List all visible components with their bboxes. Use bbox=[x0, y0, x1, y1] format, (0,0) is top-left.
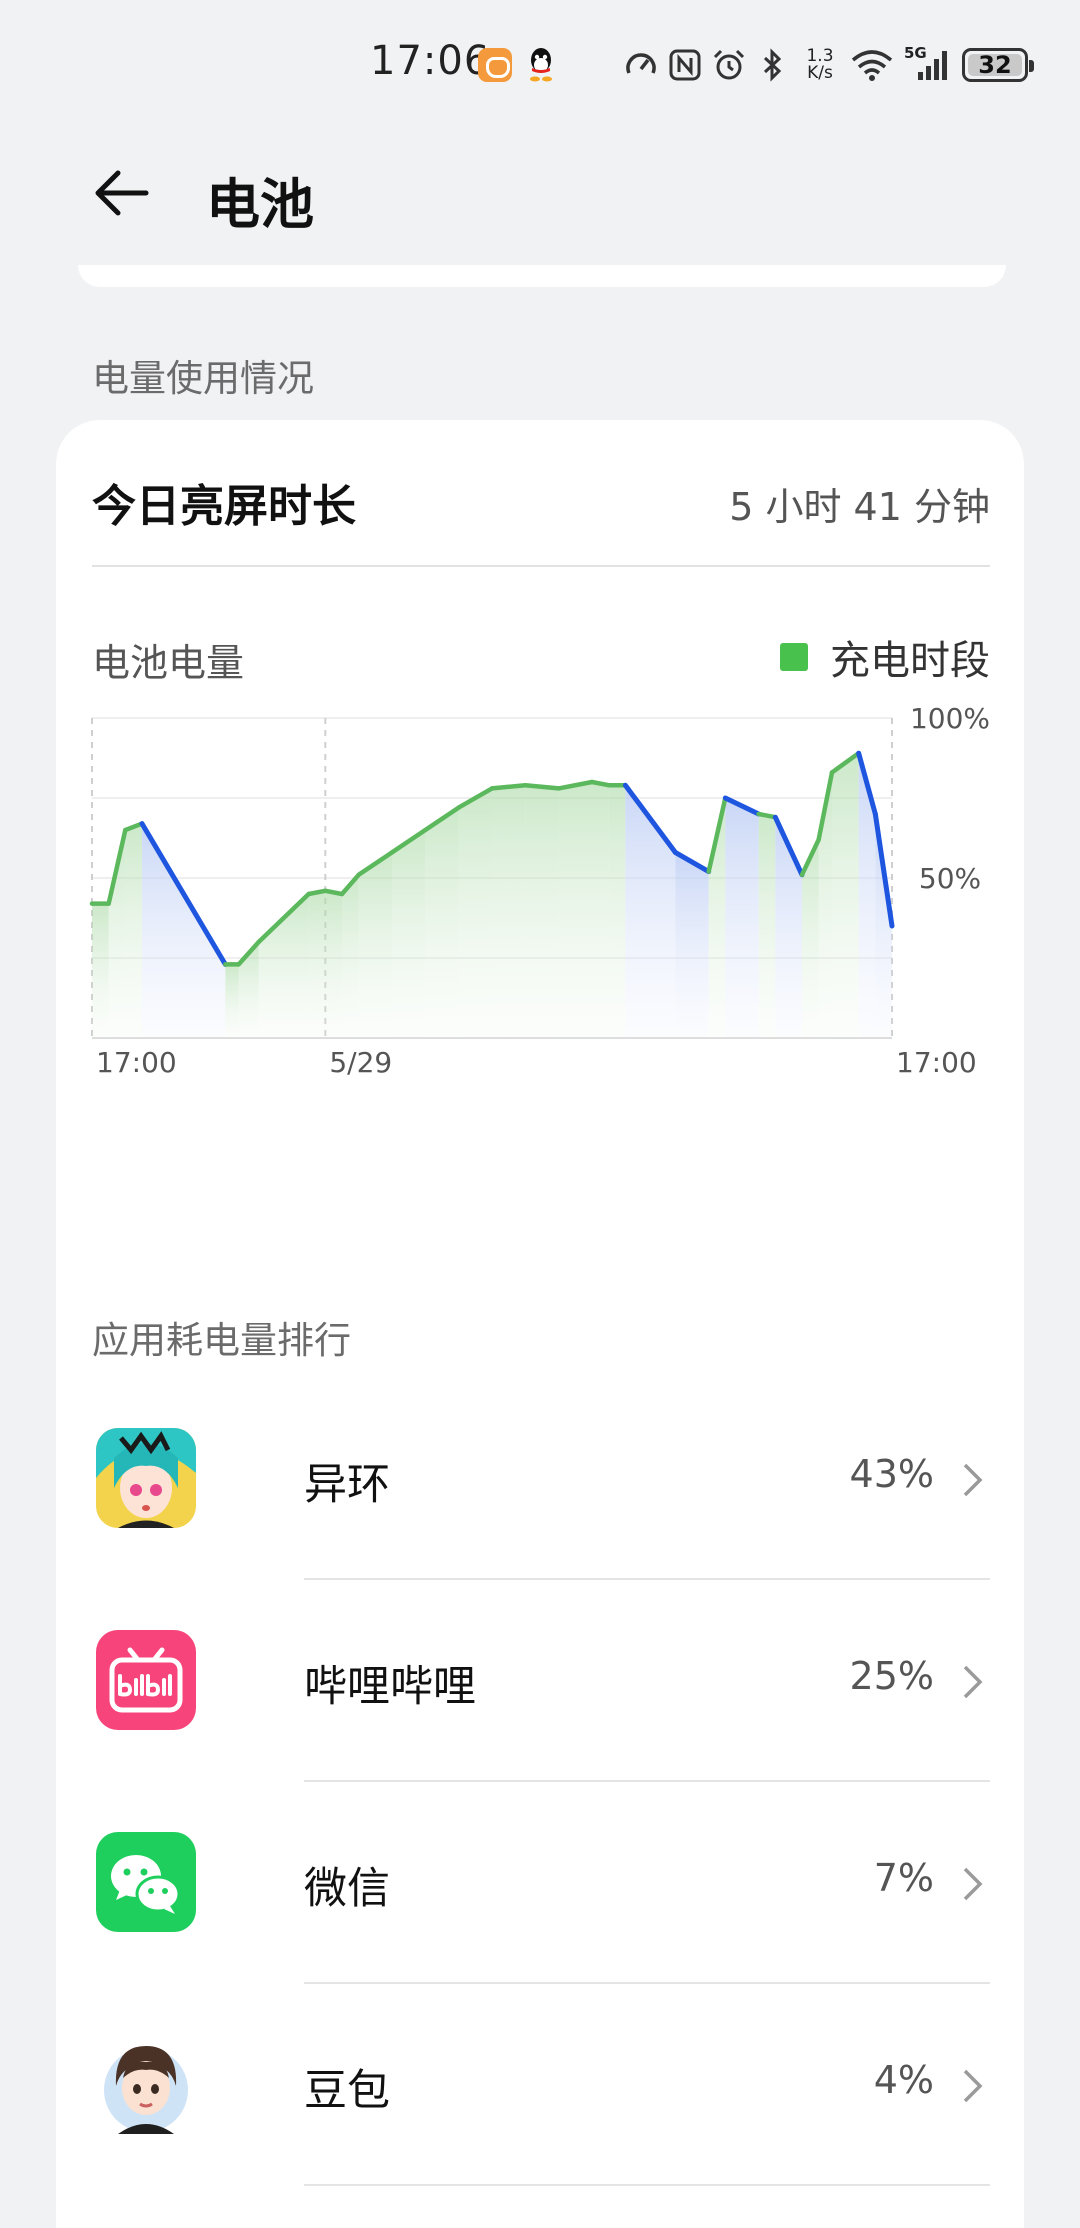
divider bbox=[304, 2184, 990, 2186]
nfc-icon bbox=[668, 48, 702, 82]
rank-section-label: 应用耗电量排行 bbox=[92, 1319, 351, 1362]
status-time: 17:06 bbox=[370, 38, 491, 84]
app-row[interactable]: 豆包 4% bbox=[92, 1986, 990, 2186]
x-tick-label: 5/29 bbox=[329, 1046, 392, 1079]
legend-swatch bbox=[780, 643, 808, 671]
qq-icon bbox=[530, 48, 552, 82]
app-name: 异环 bbox=[304, 1460, 390, 1510]
chevron-right-icon bbox=[963, 1665, 983, 1699]
app-name: 哔哩哔哩 bbox=[304, 1662, 476, 1712]
charge-line-segment bbox=[589, 779, 611, 788]
cellular-signal-icon: 5G bbox=[904, 44, 952, 82]
screen-time-label: 今日亮屏时长 bbox=[92, 481, 356, 532]
doubao-app-icon bbox=[96, 2034, 196, 2134]
speedometer-icon bbox=[624, 48, 658, 82]
charge-area bbox=[125, 823, 142, 1038]
back-arrow-icon[interactable] bbox=[88, 158, 158, 228]
chart-title: 电池电量 bbox=[92, 641, 245, 685]
app-percent: 25% bbox=[849, 1654, 934, 1698]
wifi-icon bbox=[850, 48, 894, 82]
charge-area bbox=[325, 890, 342, 1038]
charge-area bbox=[525, 785, 559, 1038]
network-speed: 1.3 K/s bbox=[806, 46, 834, 83]
charge-line-segment bbox=[756, 811, 778, 820]
chevron-right-icon bbox=[963, 1867, 983, 1901]
charge-area bbox=[392, 830, 426, 1038]
discharge-area bbox=[625, 785, 676, 1038]
charge-area bbox=[592, 782, 609, 1038]
usage-section-label: 电量使用情况 bbox=[92, 357, 314, 400]
charge-area bbox=[92, 903, 109, 1038]
charge-area bbox=[342, 874, 359, 1038]
charge-area bbox=[308, 890, 326, 1038]
divider bbox=[304, 1982, 990, 1984]
discharge-area bbox=[725, 798, 759, 1038]
chart-legend: 充电时段 bbox=[780, 628, 990, 686]
charge-area bbox=[492, 785, 526, 1038]
battery-usage-card: 今日亮屏时长 5 小时 41 分钟 电池电量 充电时段 50% 100% 17:00… bbox=[56, 420, 1024, 2228]
chevron-right-icon bbox=[963, 1463, 983, 1497]
legend-label: 充电时段 bbox=[830, 638, 990, 684]
charge-line-segment bbox=[523, 782, 561, 791]
charge-area bbox=[832, 753, 859, 1038]
status-bar: 17:06 1.3 K/s 5G 32 bbox=[0, 0, 1080, 128]
health-app-icon bbox=[478, 48, 512, 82]
screen-time-value: 5 小时 41 分钟 bbox=[729, 485, 990, 529]
x-tick-label: 17:00 bbox=[96, 1046, 177, 1079]
charge-area bbox=[458, 788, 492, 1038]
x-tick-label: 17:00 bbox=[896, 1046, 977, 1079]
charge-line-segment bbox=[323, 888, 345, 897]
chart-header: 电池电量 充电时段 bbox=[92, 628, 990, 688]
divider bbox=[304, 1578, 990, 1580]
app-name: 微信 bbox=[304, 1864, 390, 1914]
charge-area bbox=[608, 785, 617, 1038]
app-name: 豆包 bbox=[304, 2066, 390, 2116]
page-title: 电池 bbox=[206, 173, 314, 236]
charge-area bbox=[358, 852, 392, 1038]
charge-area bbox=[225, 964, 239, 1038]
app-row[interactable]: 微信 7% bbox=[92, 1784, 990, 1984]
charge-line-segment bbox=[306, 888, 328, 897]
app-row[interactable]: 异环 43% bbox=[92, 1380, 990, 1580]
y-tick-label: 50% bbox=[919, 862, 981, 895]
charge-area bbox=[558, 782, 592, 1038]
chart-area-fill bbox=[92, 753, 892, 1038]
divider bbox=[304, 1780, 990, 1782]
wechat-app-icon bbox=[96, 1832, 196, 1932]
charge-area bbox=[425, 807, 459, 1038]
app-percent: 7% bbox=[873, 1856, 934, 1900]
charge-line-segment bbox=[489, 782, 528, 791]
bluetooth-icon bbox=[756, 48, 790, 82]
discharge-area bbox=[675, 852, 709, 1038]
app-header: 电池 bbox=[0, 150, 1080, 240]
alarm-icon bbox=[712, 48, 746, 82]
previous-card-edge bbox=[78, 265, 1006, 287]
app-percent: 4% bbox=[873, 2058, 934, 2102]
screen-time-row[interactable]: 今日亮屏时长 5 小时 41 分钟 bbox=[92, 470, 990, 536]
discharge-area bbox=[142, 823, 226, 1038]
divider bbox=[92, 565, 990, 567]
charge-area bbox=[617, 785, 626, 1038]
app-percent: 43% bbox=[849, 1452, 934, 1496]
yihuan-app-icon bbox=[96, 1428, 196, 1528]
chevron-right-icon bbox=[963, 2069, 983, 2103]
battery-indicator: 32 bbox=[962, 48, 1034, 82]
battery-level-chart[interactable]: 50% 100% 17:00 5/29 17:00 bbox=[56, 700, 1024, 1260]
bilibili-app-icon bbox=[96, 1630, 196, 1730]
app-row[interactable]: 哔哩哔哩 25% bbox=[92, 1582, 990, 1782]
y-tick-label: 100% bbox=[910, 702, 990, 735]
charge-area bbox=[758, 814, 776, 1038]
